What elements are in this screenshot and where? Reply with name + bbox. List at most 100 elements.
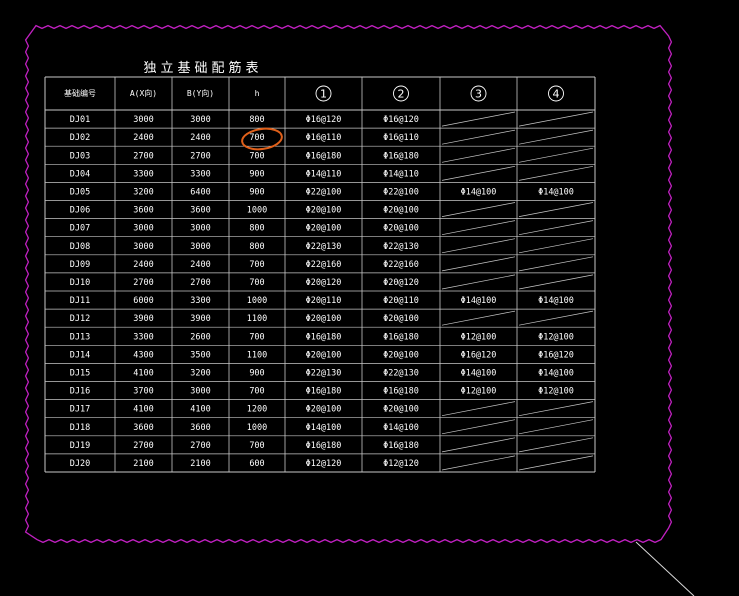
column-header: 2 <box>398 88 405 101</box>
foundation-id-cell: DJ15 <box>70 368 90 378</box>
foundation-id-cell: DJ14 <box>70 350 90 360</box>
table-cell: 1000 <box>247 296 267 306</box>
table-cell: Φ12@100 <box>461 387 497 397</box>
table-cell: 900 <box>249 368 264 378</box>
table-cell: Φ14@110 <box>306 169 342 179</box>
table-cell: 1000 <box>247 423 267 433</box>
table-cell: 2700 <box>190 278 210 288</box>
table-cell: 700 <box>249 441 264 451</box>
column-header: 4 <box>553 88 560 101</box>
cad-drawing-canvas[interactable]: 独立基础配筋表 基础编号 A(X向) B(Y向) h 1 2 3 4 DJ01 3000 3000 8… <box>0 0 739 596</box>
table-cell: 2400 <box>133 260 153 270</box>
table-cell: Φ16@180 <box>306 151 342 161</box>
table-cell: Φ20@100 <box>383 405 419 415</box>
table-cell: 3300 <box>133 332 153 342</box>
foundation-id-cell: DJ20 <box>70 459 90 469</box>
table-cell: 800 <box>249 115 264 125</box>
table-cell: 2100 <box>133 459 153 469</box>
table-cell: 2700 <box>133 441 153 451</box>
table-cell: 700 <box>249 151 264 161</box>
foundation-id-cell: DJ09 <box>70 260 90 270</box>
table-cell: 3600 <box>133 206 153 216</box>
table-cell: 3200 <box>133 187 153 197</box>
table-cell: 1000 <box>247 206 267 216</box>
table-cell: Φ14@100 <box>538 368 574 378</box>
column-header: 3 <box>475 88 482 101</box>
table-cell: Φ14@100 <box>461 368 497 378</box>
table-cell: 6000 <box>133 296 153 306</box>
table-cell: 3600 <box>190 206 210 216</box>
foundation-id-cell: DJ16 <box>70 387 90 397</box>
table-cell: Φ12@100 <box>538 332 574 342</box>
foundation-id-cell: DJ01 <box>70 115 90 125</box>
table-cell: Φ16@180 <box>383 151 419 161</box>
table-cell: 3000 <box>190 242 210 252</box>
table-cell: 2600 <box>190 332 210 342</box>
foundation-id-cell: DJ04 <box>70 169 90 179</box>
table-cell: Φ14@100 <box>538 296 574 306</box>
table-cell: Φ14@100 <box>383 423 419 433</box>
table-cell: 1100 <box>247 314 267 324</box>
table-title: 独立基础配筋表 <box>143 60 262 76</box>
table-cell: Φ20@100 <box>383 224 419 234</box>
column-header: B(Y向) <box>187 88 214 98</box>
table-cell: Φ16@180 <box>383 387 419 397</box>
table-cell: Φ20@110 <box>306 296 342 306</box>
table-cell: 2100 <box>190 459 210 469</box>
table-cell: Φ14@100 <box>461 187 497 197</box>
table-cell: 700 <box>249 278 264 288</box>
foundation-id-cell: DJ05 <box>70 187 90 197</box>
table-cell: 1200 <box>247 405 267 415</box>
table-cell: Φ20@120 <box>306 278 342 288</box>
table-cell: 3200 <box>190 368 210 378</box>
table-cell: 700 <box>249 260 264 270</box>
table-cell: 600 <box>249 459 264 469</box>
table-cell: 700 <box>249 133 264 143</box>
foundation-id-cell: DJ06 <box>70 206 90 216</box>
table-cell: Φ16@110 <box>306 133 342 143</box>
foundation-id-cell: DJ18 <box>70 423 90 433</box>
table-cell: 3500 <box>190 350 210 360</box>
table-cell: Φ16@180 <box>383 441 419 451</box>
column-header: 1 <box>320 88 327 101</box>
table-cell: 3000 <box>133 224 153 234</box>
table-cell: 2400 <box>190 133 210 143</box>
table-cell: Φ22@130 <box>306 242 342 252</box>
table-cell: Φ20@100 <box>306 314 342 324</box>
table-cell: 700 <box>249 387 264 397</box>
table-cell: Φ20@110 <box>383 296 419 306</box>
table-cell: 3900 <box>133 314 153 324</box>
foundation-id-cell: DJ19 <box>70 441 90 451</box>
table-cell: Φ22@130 <box>383 242 419 252</box>
table-cell: Φ12@120 <box>383 459 419 469</box>
table-cell: 3000 <box>133 242 153 252</box>
table-cell: 4100 <box>133 368 153 378</box>
table-cell: 2700 <box>133 278 153 288</box>
table-cell: Φ20@100 <box>306 224 342 234</box>
foundation-id-cell: DJ17 <box>70 405 90 415</box>
table-cell: Φ14@100 <box>306 423 342 433</box>
table-cell: 2700 <box>133 151 153 161</box>
table-cell: 2700 <box>190 151 210 161</box>
table-cell: Φ22@130 <box>306 368 342 378</box>
table-cell: Φ22@130 <box>383 368 419 378</box>
table-cell: Φ14@100 <box>538 187 574 197</box>
table-cell: 3600 <box>190 423 210 433</box>
foundation-id-cell: DJ03 <box>70 151 90 161</box>
table-cell: 800 <box>249 224 264 234</box>
table-cell: 6400 <box>190 187 210 197</box>
table-cell: Φ16@180 <box>306 332 342 342</box>
table-cell: Φ16@120 <box>383 115 419 125</box>
table-cell: 3000 <box>190 115 210 125</box>
table-cell: Φ20@100 <box>383 206 419 216</box>
table-cell: Φ20@120 <box>383 278 419 288</box>
table-cell: Φ12@120 <box>306 459 342 469</box>
foundation-id-cell: DJ07 <box>70 224 90 234</box>
table-cell: 3000 <box>190 224 210 234</box>
table-cell: Φ22@100 <box>306 187 342 197</box>
table-cell: 900 <box>249 187 264 197</box>
table-cell: 4100 <box>133 405 153 415</box>
table-cell: 3600 <box>133 423 153 433</box>
table-cell: Φ14@110 <box>383 169 419 179</box>
table-cell: 2700 <box>190 441 210 451</box>
